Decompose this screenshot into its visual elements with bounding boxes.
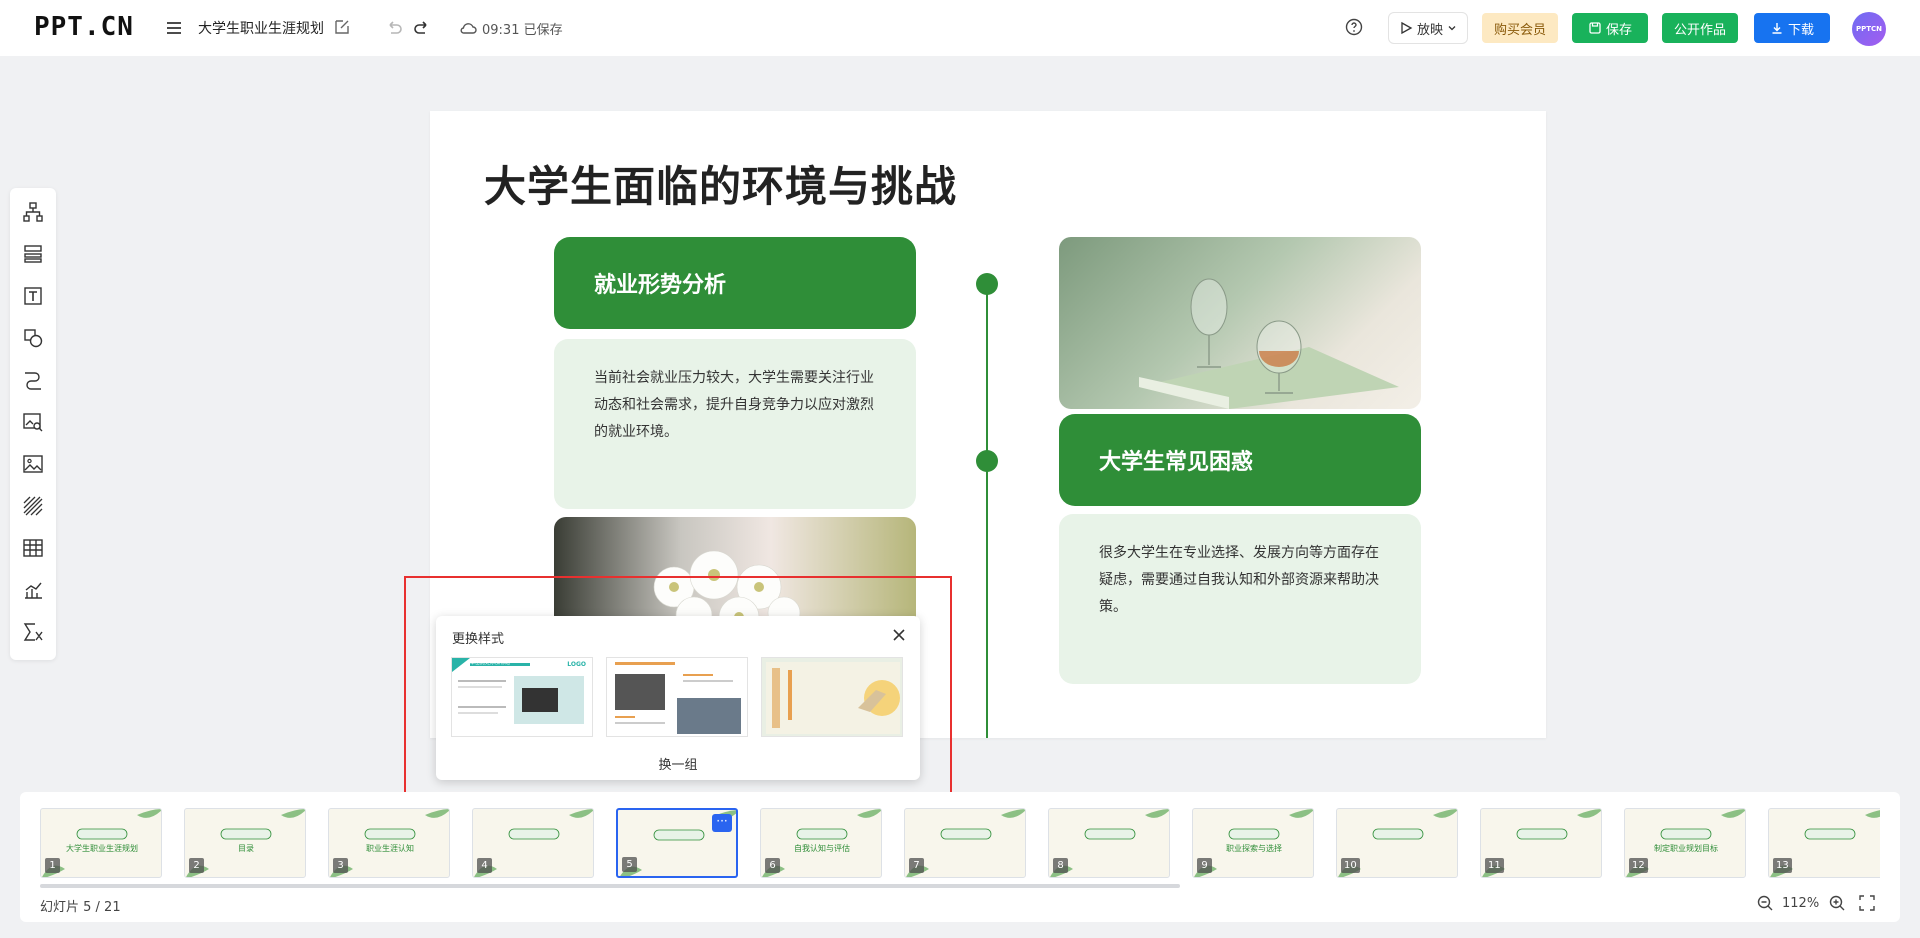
- section-heading-text: 大学生常见困惑: [1099, 450, 1254, 475]
- pattern-icon[interactable]: [21, 494, 45, 518]
- change-style-popup: 更换样式 单击此处添加标题 LOGO 换一组: [436, 616, 920, 780]
- style-option-3[interactable]: [761, 657, 903, 737]
- org-chart-icon[interactable]: [21, 200, 45, 224]
- save-status: 09:31 已保存: [482, 23, 563, 38]
- connector-icon[interactable]: [21, 368, 45, 392]
- slide-thumbnail[interactable]: 制定职业规划目标 12: [1624, 808, 1746, 878]
- thumbnail-number: 6: [765, 858, 780, 873]
- app-logo[interactable]: PPT.CN: [34, 12, 134, 42]
- text-icon[interactable]: [21, 284, 45, 308]
- undo-icon[interactable]: [382, 17, 404, 39]
- thumbnail-title: 大学生职业生涯规划: [66, 844, 138, 853]
- thumbnail-number: 9: [1197, 858, 1212, 873]
- slide-thumbnail[interactable]: 职业探索与选择 9: [1192, 808, 1314, 878]
- thumbnail-number: 4: [477, 858, 492, 873]
- chevron-down-icon: [1448, 26, 1456, 31]
- save-icon: [1589, 22, 1601, 34]
- section-body-confusion[interactable]: 很多大学生在专业选择、发展方向等方面存在疑虑，需要通过自我认知和外部资源来帮助决…: [1059, 514, 1421, 684]
- timeline-line: [986, 279, 988, 738]
- wine-glass-photo[interactable]: [1059, 237, 1421, 409]
- rename-icon[interactable]: [332, 17, 352, 37]
- section-heading-text: 就业形势分析: [594, 273, 727, 298]
- section-heading-employment[interactable]: 就业形势分析: [554, 237, 916, 329]
- timeline-dot: [976, 450, 998, 472]
- slide-thumbnail[interactable]: 目录 2: [184, 808, 306, 878]
- insert-tool-panel: [10, 188, 56, 660]
- section-heading-confusion[interactable]: 大学生常见困惑: [1059, 414, 1421, 506]
- flower-photo[interactable]: [554, 517, 916, 627]
- style-option-1[interactable]: 单击此处添加标题 LOGO: [451, 657, 593, 737]
- slide-thumbnail[interactable]: 8: [1048, 808, 1170, 878]
- play-label: 放映: [1416, 22, 1443, 38]
- thumbnail-number: 11: [1485, 858, 1504, 873]
- thumbnail-title: 职业生涯认知: [366, 844, 414, 853]
- download-icon: [1772, 23, 1782, 34]
- shuffle-button[interactable]: 换一组: [436, 754, 920, 773]
- chart-icon[interactable]: [21, 578, 45, 602]
- thumbnail-number: 13: [1773, 858, 1792, 873]
- publish-button[interactable]: 公开作品: [1662, 13, 1738, 43]
- cloud-save-icon: [460, 23, 477, 34]
- slide-thumbnail[interactable]: 7: [904, 808, 1026, 878]
- thumbnail-scrollbar[interactable]: [40, 884, 1180, 888]
- redo-icon[interactable]: [412, 17, 434, 39]
- section-body-employment[interactable]: 当前社会就业压力较大，大学生需要关注行业动态和社会需求，提升自身竞争力以应对激烈…: [554, 339, 916, 509]
- slide-thumbnail[interactable]: 自我认知与评估 6: [760, 808, 882, 878]
- thumbnail-title: 目录: [238, 844, 254, 853]
- menu-icon[interactable]: [164, 18, 184, 38]
- save-button[interactable]: 保存: [1572, 13, 1648, 43]
- thumbnail-number: 12: [1629, 858, 1648, 873]
- slide-title[interactable]: 大学生面临的环境与挑战: [484, 153, 957, 214]
- fullscreen-icon[interactable]: [1858, 894, 1876, 912]
- help-icon[interactable]: [1344, 17, 1364, 37]
- thumbnail-title: 制定职业规划目标: [1654, 844, 1718, 853]
- thumbnail-number: 2: [189, 858, 204, 873]
- popup-title: 更换样式: [452, 632, 505, 647]
- thumbnail-number: 10: [1341, 858, 1360, 873]
- table-icon[interactable]: [21, 536, 45, 560]
- slide-thumbnail[interactable]: 职业生涯认知 3: [328, 808, 450, 878]
- timeline-dot: [976, 273, 998, 295]
- zoom-level[interactable]: 112%: [1782, 896, 1819, 911]
- slide-thumbnail[interactable]: 11: [1480, 808, 1602, 878]
- play-icon: [1401, 21, 1413, 35]
- top-bar: PPT.CN 大学生职业生涯规划 09:31 已保存 放映 购买会员 保存 公开…: [0, 0, 1920, 56]
- slide-thumbnail[interactable]: 13: [1768, 808, 1880, 878]
- zoom-in-icon[interactable]: [1828, 894, 1846, 912]
- thumbnail-strip[interactable]: 大学生职业生涯规划 1 目录 2 职业生涯认知 3 4 5 ··· 自我认知与评估 6 7 8 职业探索与…: [40, 808, 1880, 880]
- shape-icon[interactable]: [21, 326, 45, 350]
- thumbnail-number: 5: [622, 857, 637, 872]
- image-icon[interactable]: [21, 452, 45, 476]
- download-label: 下载: [1787, 22, 1814, 38]
- download-button[interactable]: 下载: [1754, 13, 1830, 43]
- thumbnail-number: 3: [333, 858, 348, 873]
- image-search-icon[interactable]: [21, 410, 45, 434]
- user-avatar[interactable]: PPTCN: [1852, 12, 1886, 46]
- slide-thumbnail[interactable]: 大学生职业生涯规划 1: [40, 808, 162, 878]
- thumbnail-title: 自我认知与评估: [794, 844, 850, 853]
- play-button[interactable]: 放映: [1388, 12, 1468, 44]
- layout-icon[interactable]: [21, 242, 45, 266]
- more-options-icon[interactable]: ···: [712, 814, 732, 832]
- style-option-2[interactable]: [606, 657, 748, 737]
- style-option-1-logo: LOGO: [567, 661, 586, 668]
- close-icon[interactable]: [888, 624, 910, 646]
- formula-icon[interactable]: [21, 620, 45, 644]
- thumbnail-title: 职业探索与选择: [1226, 844, 1282, 853]
- slide-thumbnail[interactable]: 5 ···: [616, 808, 738, 878]
- save-label: 保存: [1605, 22, 1632, 38]
- slide-counter: 幻灯片 5 / 21: [40, 900, 121, 915]
- zoom-out-icon[interactable]: [1756, 894, 1774, 912]
- slide-thumbnail-panel: 大学生职业生涯规划 1 目录 2 职业生涯认知 3 4 5 ··· 自我认知与评估 6 7 8 职业探索与…: [20, 792, 1900, 922]
- style-option-1-heading: 单击此处添加标题: [470, 660, 511, 666]
- thumbnail-number: 7: [909, 858, 924, 873]
- thumbnail-number: 1: [45, 858, 60, 873]
- buy-vip-button[interactable]: 购买会员: [1482, 13, 1558, 43]
- document-title[interactable]: 大学生职业生涯规划: [198, 18, 324, 38]
- slide-thumbnail[interactable]: 4: [472, 808, 594, 878]
- thumbnail-number: 8: [1053, 858, 1068, 873]
- slide-thumbnail[interactable]: 10: [1336, 808, 1458, 878]
